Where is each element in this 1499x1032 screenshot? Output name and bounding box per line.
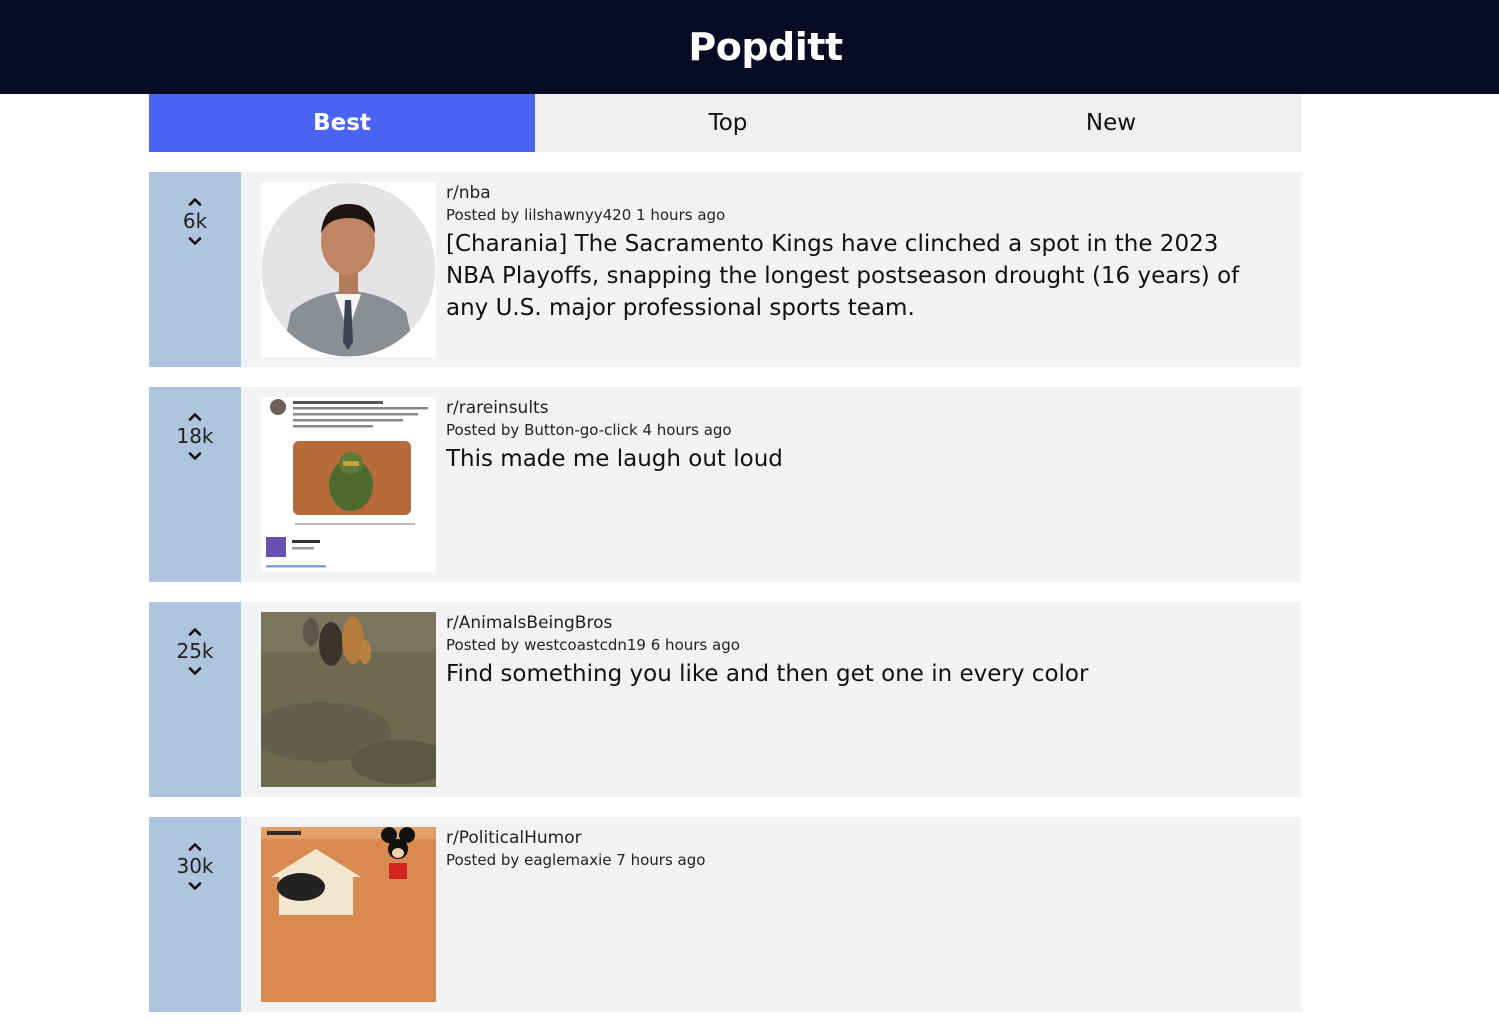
post-thumbnail[interactable] [261, 182, 436, 357]
vote-score: 18k [176, 424, 214, 448]
chevron-up-icon[interactable] [184, 839, 206, 853]
chevron-up-icon[interactable] [184, 624, 206, 638]
post-title[interactable]: This made me laugh out loud [446, 443, 1266, 475]
chevron-down-icon[interactable] [184, 449, 206, 463]
subreddit-link[interactable]: r/nba [446, 182, 1266, 204]
vote-score: 25k [176, 639, 214, 663]
post-content: r/nba Posted by lilshawnyy420 1 hours ag… [446, 182, 1266, 324]
post-meta: Posted by Button-go-click 4 hours ago [446, 419, 1266, 441]
vote-score: 30k [176, 854, 214, 878]
subreddit-link[interactable]: r/rareinsults [446, 397, 1266, 419]
vote-column: 18k [149, 387, 241, 582]
post-card[interactable]: 6k r/nba Posted by lilshawnyy420 1 hours… [149, 172, 1301, 367]
post-content: r/rareinsults Posted by Button-go-click … [446, 397, 1266, 475]
vote-column: 25k [149, 602, 241, 797]
post-card[interactable]: 25k r/AnimalsBeingBros Posted by westcoa… [149, 602, 1301, 797]
post-time: 4 hours ago [642, 421, 732, 439]
post-card[interactable]: 30k r/PoliticalHumor Posted by eaglemaxi… [149, 817, 1301, 1012]
chevron-down-icon[interactable] [184, 664, 206, 678]
post-time: 1 hours ago [636, 206, 726, 224]
posted-by-label: Posted by [446, 851, 520, 869]
post-thumbnail[interactable] [261, 612, 436, 787]
vote-column: 30k [149, 817, 241, 1012]
sort-tabs: Best Top New [149, 94, 1301, 152]
post-feed: 6k r/nba Posted by lilshawnyy420 1 hours… [149, 172, 1301, 1032]
subreddit-link[interactable]: r/PoliticalHumor [446, 827, 1266, 849]
post-meta: Posted by eaglemaxie 7 hours ago [446, 849, 1266, 871]
post-card[interactable]: 18k r/rareinsults Posted by Button-go-cl… [149, 387, 1301, 582]
post-author[interactable]: westcoastcdn19 [524, 636, 646, 654]
chevron-up-icon[interactable] [184, 194, 206, 208]
subreddit-link[interactable]: r/AnimalsBeingBros [446, 612, 1266, 634]
chevron-down-icon[interactable] [184, 234, 206, 248]
posted-by-label: Posted by [446, 206, 520, 224]
post-meta: Posted by westcoastcdn19 6 hours ago [446, 634, 1266, 656]
posted-by-label: Posted by [446, 636, 520, 654]
chevron-down-icon[interactable] [184, 879, 206, 893]
post-time: 6 hours ago [650, 636, 740, 654]
post-author[interactable]: eaglemaxie [524, 851, 611, 869]
post-time: 7 hours ago [616, 851, 706, 869]
chevron-up-icon[interactable] [184, 409, 206, 423]
tab-best[interactable]: Best [149, 94, 535, 152]
post-author[interactable]: Button-go-click [524, 421, 638, 439]
post-content: r/PoliticalHumor Posted by eaglemaxie 7 … [446, 827, 1266, 873]
post-title[interactable]: Find something you like and then get one… [446, 658, 1266, 690]
posted-by-label: Posted by [446, 421, 520, 439]
app-header: Popditt [0, 0, 1499, 94]
post-meta: Posted by lilshawnyy420 1 hours ago [446, 204, 1266, 226]
post-content: r/AnimalsBeingBros Posted by westcoastcd… [446, 612, 1266, 690]
post-thumbnail[interactable] [261, 827, 436, 1002]
tab-top[interactable]: Top [535, 94, 921, 152]
post-thumbnail[interactable] [261, 397, 436, 572]
post-title[interactable]: [Charania] The Sacramento Kings have cli… [446, 228, 1266, 324]
tab-new[interactable]: New [921, 94, 1301, 152]
app-title: Popditt [688, 25, 843, 69]
vote-score: 6k [182, 209, 208, 233]
vote-column: 6k [149, 172, 241, 367]
post-author[interactable]: lilshawnyy420 [524, 206, 631, 224]
